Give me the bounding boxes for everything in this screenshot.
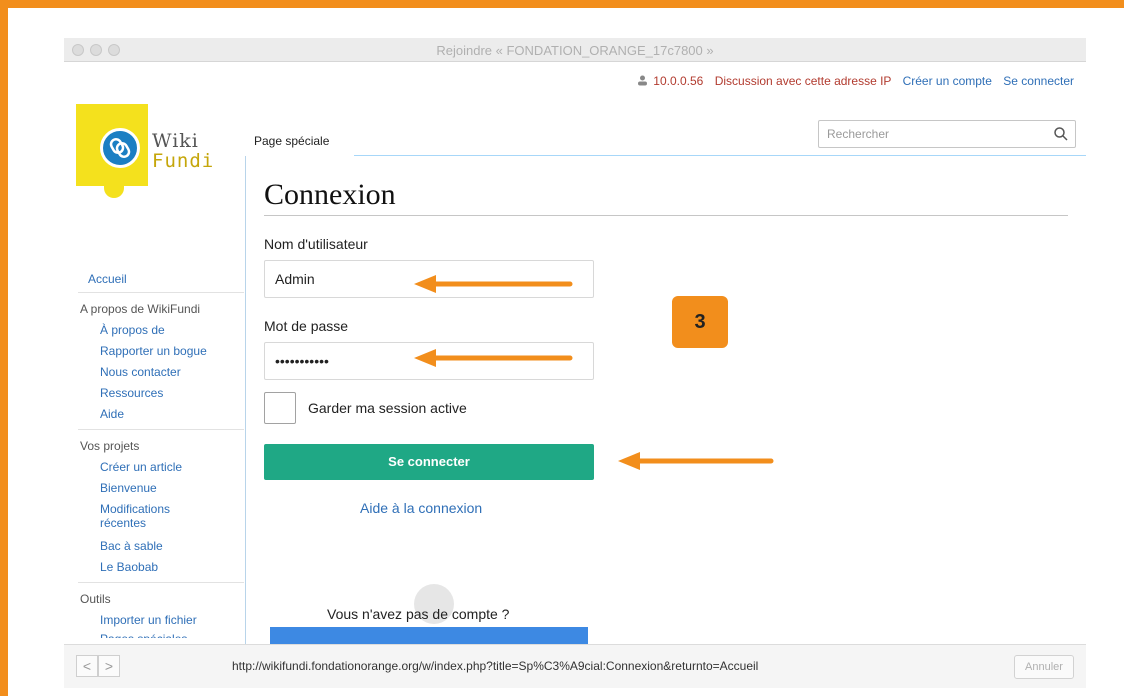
logo-circle-icon — [100, 128, 140, 168]
sidebar-item-recent-changes-line2[interactable]: récentes — [100, 516, 146, 530]
tab-underline — [354, 155, 1086, 156]
sidebar-item-welcome[interactable]: Bienvenue — [100, 481, 157, 495]
title-divider — [264, 215, 1068, 216]
window-title: Rejoindre « FONDATION_ORANGE_17c7800 » — [436, 43, 714, 58]
arrow-left-icon — [414, 275, 573, 293]
login-link[interactable]: Se connecter — [1003, 74, 1074, 88]
cancel-button[interactable]: Annuler — [1014, 655, 1074, 679]
page-title: Connexion — [264, 178, 396, 211]
username-label: Nom d'utilisateur — [264, 236, 368, 252]
sidebar-item-help[interactable]: Aide — [100, 407, 124, 421]
arrow-left-icon — [414, 349, 573, 367]
content-left-border — [245, 156, 246, 644]
remember-label[interactable]: Garder ma session active — [308, 400, 467, 416]
title-bar: Rejoindre « FONDATION_ORANGE_17c7800 » — [64, 38, 1086, 62]
logo-yellow-tab — [104, 170, 124, 198]
tab-special-page[interactable]: Page spéciale — [246, 124, 354, 156]
search-input[interactable]: Rechercher — [818, 120, 1076, 148]
status-url: http://wikifundi.fondationorange.org/w/i… — [232, 659, 759, 673]
search-icon[interactable] — [1053, 126, 1069, 142]
sidebar-heading-tools: Outils — [80, 592, 111, 606]
discussion-link[interactable]: Discussion avec cette adresse IP — [715, 74, 892, 88]
sidebar-item-create-article[interactable]: Créer un article — [100, 460, 182, 474]
sidebar-item-about[interactable]: À propos de — [100, 323, 165, 337]
sidebar-item-contact[interactable]: Nous contacter — [100, 365, 181, 379]
logo-text-fundi: Fundi — [152, 150, 215, 172]
user-icon — [637, 75, 647, 86]
status-bar: < > http://wikifundi.fondationorange.org… — [64, 644, 1086, 688]
logo-text-wiki: Wiki — [152, 130, 199, 152]
create-account-link[interactable]: Créer un compte — [903, 74, 992, 88]
step-badge: 3 — [672, 296, 728, 348]
sidebar-item-report-bug[interactable]: Rapporter un bogue — [100, 344, 207, 358]
sidebar-separator — [78, 292, 244, 293]
sidebar-separator — [78, 582, 244, 583]
remember-checkbox[interactable] — [264, 392, 296, 424]
ip-address[interactable]: 10.0.0.56 — [653, 74, 703, 88]
personal-tools: 10.0.0.56 Discussion avec cette adresse … — [637, 74, 1074, 88]
back-button[interactable]: < — [76, 655, 98, 677]
browser-window: Rejoindre « FONDATION_ORANGE_17c7800 » 1… — [64, 38, 1086, 688]
sidebar-item-baobab[interactable]: Le Baobab — [100, 560, 158, 574]
login-help-link[interactable]: Aide à la connexion — [360, 500, 482, 516]
sidebar-item-special-pages[interactable]: Pages spéciales — [100, 632, 187, 638]
sidebar-heading-projects: Vos projets — [80, 439, 140, 453]
no-account-text: Vous n'avez pas de compte ? — [327, 606, 510, 622]
sidebar-item-recent-changes[interactable]: Modifications — [100, 502, 170, 516]
logo-symbol-icon — [109, 138, 131, 158]
create-account-button[interactable] — [270, 627, 588, 645]
sidebar-item-upload-file[interactable]: Importer un fichier — [100, 613, 197, 627]
sidebar-item-resources[interactable]: Ressources — [100, 386, 163, 400]
password-label: Mot de passe — [264, 318, 349, 334]
sidebar-heading-about: A propos de WikiFundi — [80, 302, 201, 316]
search-placeholder: Rechercher — [827, 127, 890, 141]
wikifundi-logo[interactable]: Wiki Fundi — [76, 104, 224, 204]
sidebar-item-sandbox[interactable]: Bac à sable — [100, 539, 163, 553]
login-submit-button[interactable]: Se connecter — [264, 444, 594, 480]
sidebar-separator — [78, 429, 244, 430]
sidebar-item-home[interactable]: Accueil — [88, 272, 127, 286]
forward-button[interactable]: > — [98, 655, 120, 677]
arrow-left-icon — [618, 452, 774, 470]
